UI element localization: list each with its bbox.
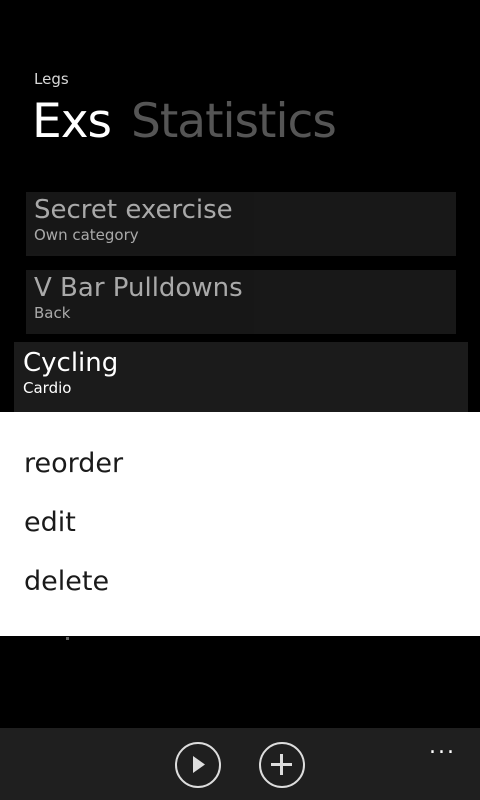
- background-artifact: [66, 637, 69, 640]
- menu-item-reorder[interactable]: reorder: [24, 448, 123, 479]
- add-icon: [271, 754, 292, 775]
- play-icon: [193, 756, 205, 773]
- play-button[interactable]: [175, 742, 221, 788]
- exercise-category: Back: [34, 304, 71, 323]
- menu-item-edit[interactable]: edit: [24, 507, 76, 538]
- menu-item-delete[interactable]: delete: [24, 566, 109, 597]
- exercise-name: V Bar Pulldowns: [34, 273, 243, 303]
- app-bar: ...: [0, 728, 480, 800]
- context-menu: reorder edit delete: [0, 412, 480, 636]
- tab-exs[interactable]: Exs: [32, 94, 112, 150]
- list-item-cycling[interactable]: Cycling Cardio: [14, 342, 468, 412]
- list-item-v-bar-pulldowns[interactable]: V Bar Pulldowns Back: [26, 270, 456, 334]
- tab-statistics[interactable]: Statistics: [131, 94, 337, 150]
- pivot-header: Exs Statistics: [32, 94, 356, 150]
- exercise-category: Cardio: [23, 379, 72, 398]
- app-title: Legs: [34, 70, 69, 88]
- app-screen: Legs Exs Statistics Secret exercise Own c…: [0, 0, 480, 800]
- add-button[interactable]: [259, 742, 305, 788]
- exercise-category: Own category: [34, 226, 139, 245]
- exercise-name: Cycling: [23, 348, 119, 378]
- list-item-secret-exercise[interactable]: Secret exercise Own category: [26, 192, 456, 256]
- exercise-name: Secret exercise: [34, 195, 233, 225]
- more-options-button[interactable]: ...: [429, 736, 456, 758]
